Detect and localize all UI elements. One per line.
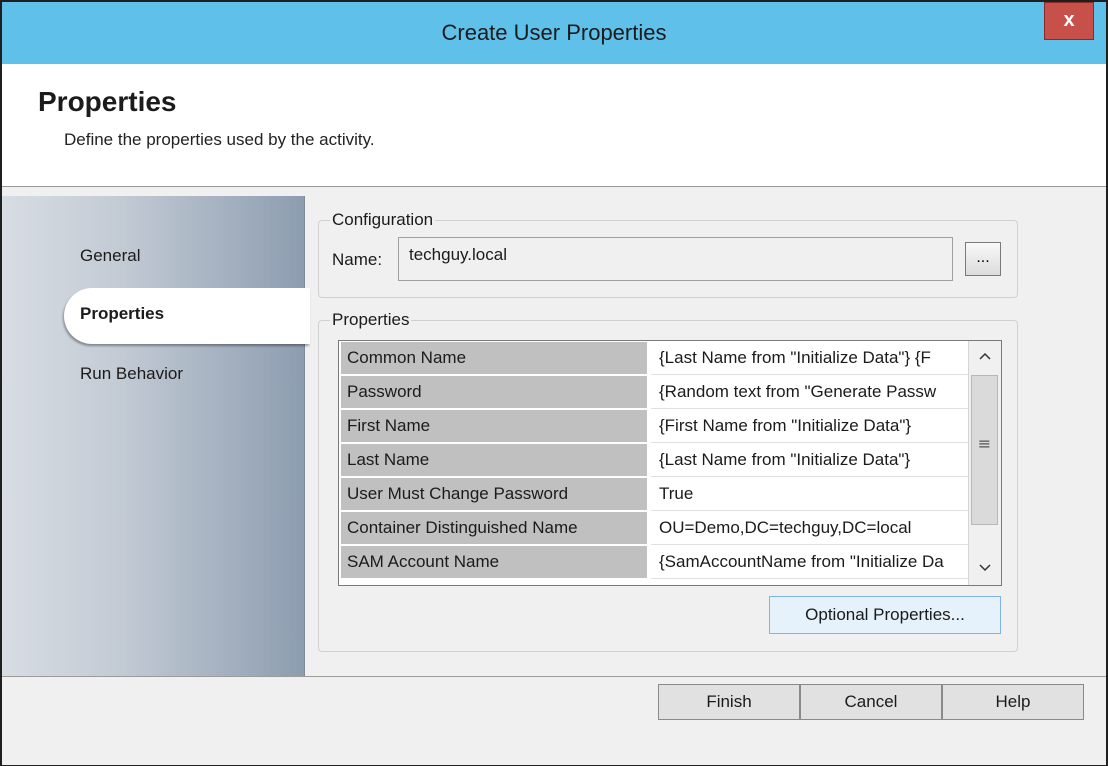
property-name-cell: Password <box>341 376 647 409</box>
property-name-cell: Container Distinguished Name <box>341 512 647 545</box>
property-value-cell[interactable]: OU=Demo,DC=techguy,DC=local <box>651 512 968 545</box>
property-name-cell: Common Name <box>341 342 647 375</box>
property-value-cell[interactable]: {Random text from "Generate Passw <box>651 376 968 409</box>
table-row[interactable]: Container Distinguished Name OU=Demo,DC=… <box>339 511 968 545</box>
property-name-cell: User Must Change Password <box>341 478 647 511</box>
properties-group-label: Properties <box>330 310 412 330</box>
property-value-cell[interactable]: {Last Name from "Initialize Data"} {F <box>651 342 968 375</box>
property-name-cell: First Name <box>341 410 647 443</box>
table-row[interactable]: SAM Account Name {SamAccountName from "I… <box>339 545 968 579</box>
page-title: Properties <box>38 86 177 117</box>
name-label: Name: <box>332 250 383 269</box>
cancel-button[interactable]: Cancel <box>800 684 942 720</box>
sidebar-item-general[interactable]: General <box>80 246 140 266</box>
create-user-properties-dialog: Create User Properties x Properties Defi… <box>0 0 1108 766</box>
sidebar-item-properties[interactable]: Properties <box>64 288 310 344</box>
properties-table: Common Name {Last Name from "Initialize … <box>338 340 1002 586</box>
finish-button[interactable]: Finish <box>658 684 800 720</box>
grip-icon: ≡ <box>977 434 992 453</box>
table-row[interactable]: Password {Random text from "Generate Pas… <box>339 375 968 409</box>
page-description: Define the properties used by the activi… <box>64 130 375 149</box>
configuration-group-label: Configuration <box>330 210 436 230</box>
property-name-cell: Last Name <box>341 444 647 477</box>
help-button[interactable]: Help <box>942 684 1084 720</box>
chevron-up-icon[interactable] <box>971 343 999 371</box>
browse-button[interactable]: ... <box>965 242 1001 276</box>
close-button[interactable]: x <box>1044 2 1094 40</box>
table-scrollbar[interactable]: ≡ <box>968 341 1001 585</box>
property-value-cell[interactable]: {SamAccountName from "Initialize Da <box>651 546 968 579</box>
property-name-cell: SAM Account Name <box>341 546 647 579</box>
sidebar <box>2 196 305 676</box>
title-bar[interactable]: Create User Properties x <box>2 2 1106 64</box>
sidebar-item-run-behavior[interactable]: Run Behavior <box>80 364 183 384</box>
table-row[interactable]: Common Name {Last Name from "Initialize … <box>339 341 968 375</box>
property-value-cell[interactable]: {Last Name from "Initialize Data"} <box>651 444 968 477</box>
property-value-cell[interactable]: True <box>651 478 968 511</box>
page-header: Properties Define the properties used by… <box>2 64 1106 187</box>
chevron-down-icon[interactable] <box>971 555 999 583</box>
window-title: Create User Properties <box>441 20 667 45</box>
table-row[interactable]: Last Name {Last Name from "Initialize Da… <box>339 443 968 477</box>
name-field[interactable]: techguy.local <box>398 237 953 281</box>
table-row[interactable]: User Must Change Password True <box>339 477 968 511</box>
optional-properties-button[interactable]: Optional Properties... <box>769 596 1001 634</box>
sidebar-item-label: Properties <box>80 304 165 323</box>
table-row[interactable]: First Name {First Name from "Initialize … <box>339 409 968 443</box>
scrollbar-thumb[interactable]: ≡ <box>971 375 998 525</box>
property-value-cell[interactable]: {First Name from "Initialize Data"} <box>651 410 968 443</box>
